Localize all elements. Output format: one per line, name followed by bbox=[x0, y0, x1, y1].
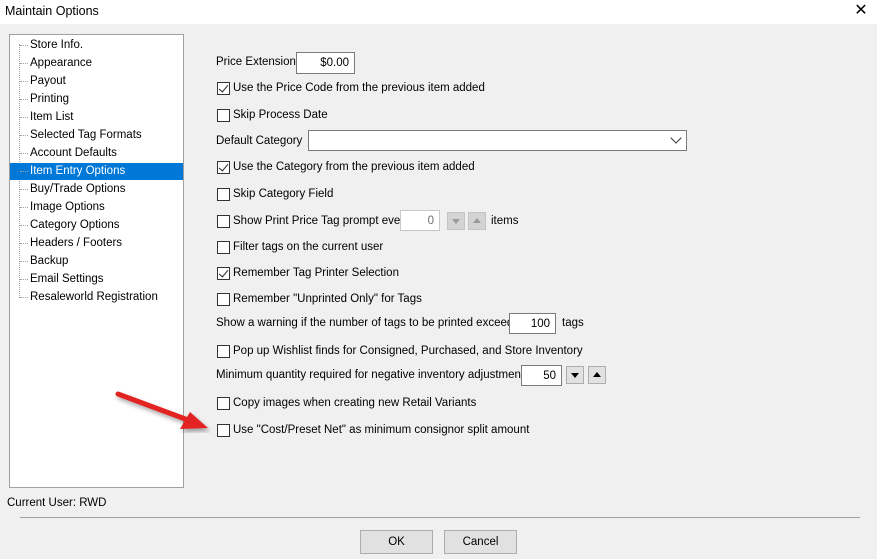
close-icon[interactable]: ✕ bbox=[851, 1, 871, 21]
use-cost-preset-label: Use "Cost/Preset Net" as minimum consign… bbox=[233, 424, 530, 436]
tree-item-image-options[interactable]: Image Options bbox=[10, 199, 183, 216]
arrow-up-icon bbox=[593, 372, 601, 377]
ok-button[interactable]: OK bbox=[360, 530, 433, 554]
tag-warning-suffix: tags bbox=[562, 317, 584, 329]
min-quantity-decrement-button[interactable] bbox=[566, 366, 584, 384]
skip-category-field-label: Skip Category Field bbox=[233, 188, 334, 200]
current-user-status: Current User: RWD bbox=[7, 497, 107, 509]
tree-item-label: Backup bbox=[30, 255, 69, 267]
copy-images-checkbox[interactable] bbox=[217, 397, 230, 410]
tree-item-label: Printing bbox=[30, 93, 69, 105]
popup-wishlist-checkbox[interactable] bbox=[217, 345, 230, 358]
tree-item-label: Image Options bbox=[30, 201, 105, 213]
copy-images-label: Copy images when creating new Retail Var… bbox=[233, 397, 477, 409]
print-price-tag-increment-button[interactable] bbox=[468, 212, 486, 230]
tree-item-label: Category Options bbox=[30, 219, 120, 231]
tree-item-label: Buy/Trade Options bbox=[30, 183, 126, 195]
remember-tag-printer-label: Remember Tag Printer Selection bbox=[233, 267, 399, 279]
show-print-price-tag-label: Show Print Price Tag prompt every bbox=[233, 215, 410, 227]
min-quantity-input[interactable]: 50 bbox=[521, 365, 562, 386]
print-price-tag-suffix: items bbox=[491, 215, 519, 227]
use-category-checkbox[interactable] bbox=[217, 161, 230, 174]
tree-item-label: Email Settings bbox=[30, 273, 104, 285]
filter-tags-label: Filter tags on the current user bbox=[233, 241, 384, 253]
use-category-label: Use the Category from the previous item … bbox=[233, 161, 475, 173]
price-extension-label: Price Extension bbox=[216, 56, 296, 68]
min-quantity-increment-button[interactable] bbox=[588, 366, 606, 384]
tree-item-label: Selected Tag Formats bbox=[30, 129, 142, 141]
tree-item-email-settings[interactable]: Email Settings bbox=[10, 271, 183, 288]
tree-item-payout[interactable]: Payout bbox=[10, 73, 183, 90]
tree-item-label: Item Entry Options bbox=[30, 165, 126, 177]
cancel-button[interactable]: Cancel bbox=[444, 530, 517, 554]
tree-item-account-defaults[interactable]: Account Defaults bbox=[10, 145, 183, 162]
tree-item-category-options[interactable]: Category Options bbox=[10, 217, 183, 234]
title-bar: Maintain Options ✕ bbox=[0, 0, 877, 24]
window-title: Maintain Options bbox=[5, 4, 99, 18]
tree-item-resaleworld-registration[interactable]: Resaleworld Registration bbox=[10, 289, 183, 306]
arrow-up-icon bbox=[473, 218, 481, 223]
tree-item-printing[interactable]: Printing bbox=[10, 91, 183, 108]
tree-item-label: Item List bbox=[30, 111, 74, 123]
skip-category-field-checkbox[interactable] bbox=[217, 188, 230, 201]
tree-item-label: Appearance bbox=[30, 57, 93, 69]
use-price-code-label: Use the Price Code from the previous ite… bbox=[233, 82, 485, 94]
remember-unprinted-checkbox[interactable] bbox=[217, 293, 230, 306]
tree-item-headers-footers[interactable]: Headers / Footers bbox=[10, 235, 183, 252]
arrow-down-icon bbox=[452, 219, 460, 224]
tree-item-selected-tag-formats[interactable]: Selected Tag Formats bbox=[10, 127, 183, 144]
tree-item-buy-trade-options[interactable]: Buy/Trade Options bbox=[10, 181, 183, 198]
tag-warning-label: Show a warning if the number of tags to … bbox=[216, 317, 520, 329]
remember-tag-printer-checkbox[interactable] bbox=[217, 267, 230, 280]
tree-item-label: Resaleworld Registration bbox=[30, 291, 158, 303]
print-price-tag-count-input[interactable]: 0 bbox=[400, 210, 440, 231]
tree-item-label: Account Defaults bbox=[30, 147, 117, 159]
price-extension-input[interactable]: $0.00 bbox=[296, 52, 355, 74]
chevron-down-icon bbox=[670, 132, 682, 144]
arrow-down-icon bbox=[571, 373, 579, 378]
footer-divider bbox=[20, 517, 860, 518]
tree-item-item-list[interactable]: Item List bbox=[10, 109, 183, 126]
tree-item-label: Payout bbox=[30, 75, 66, 87]
skip-process-date-label: Skip Process Date bbox=[233, 109, 328, 121]
skip-process-date-checkbox[interactable] bbox=[217, 109, 230, 122]
print-price-tag-decrement-button[interactable] bbox=[447, 212, 465, 230]
show-print-price-tag-checkbox[interactable] bbox=[217, 215, 230, 228]
tree-item-appearance[interactable]: Appearance bbox=[10, 55, 183, 72]
default-category-label: Default Category bbox=[216, 135, 303, 147]
tree-item-store-info[interactable]: Store Info. bbox=[10, 37, 183, 54]
annotation-arrow-icon bbox=[115, 391, 208, 429]
use-price-code-checkbox[interactable] bbox=[217, 82, 230, 95]
use-cost-preset-checkbox[interactable] bbox=[217, 424, 230, 437]
tag-warning-input[interactable]: 100 bbox=[509, 313, 556, 334]
tree-item-backup[interactable]: Backup bbox=[10, 253, 183, 270]
default-category-select[interactable] bbox=[308, 130, 687, 151]
tree-item-label: Store Info. bbox=[30, 39, 84, 51]
min-quantity-label: Minimum quantity required for negative i… bbox=[216, 369, 530, 381]
filter-tags-checkbox[interactable] bbox=[217, 241, 230, 254]
remember-unprinted-label: Remember "Unprinted Only" for Tags bbox=[233, 293, 422, 305]
tree-item-label: Headers / Footers bbox=[30, 237, 123, 249]
tree-item-item-entry-options[interactable]: Item Entry Options bbox=[10, 163, 183, 180]
popup-wishlist-label: Pop up Wishlist finds for Consigned, Pur… bbox=[233, 345, 583, 357]
